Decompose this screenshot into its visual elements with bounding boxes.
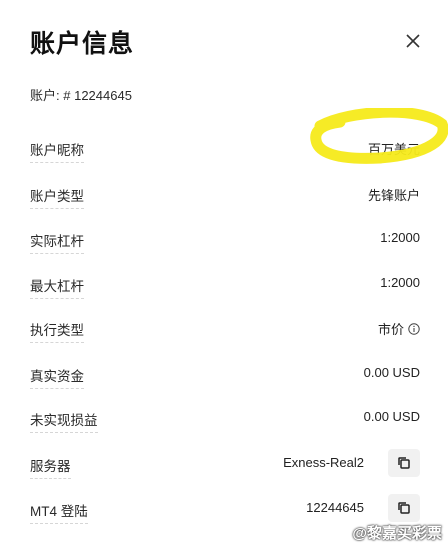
execution-type-label: 执行类型 xyxy=(30,319,84,343)
watermark-text: @黎嘉买彩票 xyxy=(352,525,442,542)
unrealized-pnl-value: 0.00 USD xyxy=(363,409,420,424)
row-execution-type: 执行类型 市价 xyxy=(30,319,420,343)
account-type-label: 账户类型 xyxy=(30,185,84,209)
account-id-line: 账户: # 12244645 xyxy=(30,85,132,104)
row-real-funds: 真实资金 0.00 USD xyxy=(30,365,420,389)
actual-leverage-value: 1:2000 xyxy=(380,230,420,245)
copy-icon xyxy=(398,502,410,514)
real-funds-value: 0.00 USD xyxy=(363,365,420,380)
row-unrealized-pnl: 未实现损益 0.00 USD xyxy=(30,409,420,433)
copy-mt4-login-button[interactable] xyxy=(388,494,420,522)
dialog-title: 账户信息 xyxy=(30,30,135,58)
execution-type-value: 市价 xyxy=(378,319,420,338)
copy-icon xyxy=(398,457,410,469)
info-icon[interactable] xyxy=(408,322,420,335)
account-prefix: 账户: # xyxy=(30,88,71,103)
close-icon[interactable] xyxy=(404,32,422,50)
row-account-type: 账户类型 先锋账户 xyxy=(30,185,420,209)
unrealized-pnl-label: 未实现损益 xyxy=(30,409,98,433)
max-leverage-value: 1:2000 xyxy=(380,275,420,290)
watermark: @黎嘉买彩票 xyxy=(352,522,442,543)
copy-server-button[interactable] xyxy=(388,449,420,477)
row-nickname: 账户昵称 百万美元 xyxy=(30,139,420,163)
account-number: 12244645 xyxy=(74,88,132,103)
server-value: Exness-Real2 xyxy=(283,455,364,470)
row-max-leverage: 最大杠杆 1:2000 xyxy=(30,275,420,299)
mt4-login-label: MT4 登陆 xyxy=(30,500,88,524)
max-leverage-label: 最大杠杆 xyxy=(30,275,84,299)
nickname-label: 账户昵称 xyxy=(30,139,84,163)
row-mt4-login: MT4 登陆 12244645 xyxy=(30,494,420,524)
execution-type-text: 市价 xyxy=(377,322,404,337)
server-label: 服务器 xyxy=(30,455,71,479)
row-server: 服务器 Exness-Real2 xyxy=(30,449,420,479)
row-actual-leverage: 实际杠杆 1:2000 xyxy=(30,230,420,254)
account-type-value: 先锋账户 xyxy=(367,188,420,203)
real-funds-label: 真实资金 xyxy=(30,365,84,389)
nickname-value: 百万美元 xyxy=(367,142,420,157)
mt4-login-value: 12244645 xyxy=(306,500,364,515)
actual-leverage-label: 实际杠杆 xyxy=(30,230,84,254)
